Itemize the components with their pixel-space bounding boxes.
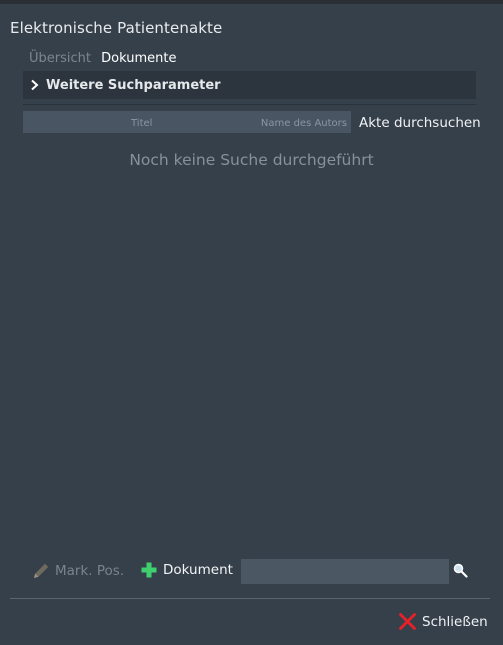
- add-document-button[interactable]: Dokument: [141, 562, 233, 578]
- quick-search-input[interactable]: [241, 559, 449, 584]
- pencil-icon: [34, 563, 49, 578]
- mark-position-button[interactable]: Mark. Pos.: [31, 561, 124, 581]
- document-search-field[interactable]: Titel Name des Autors: [23, 111, 351, 133]
- search-options-expander[interactable]: Weitere Suchparameter: [23, 71, 476, 99]
- close-button[interactable]: Schließen: [398, 612, 488, 631]
- expander-label: Weitere Suchparameter: [46, 77, 221, 93]
- tab-bar: Übersicht Dokumente: [29, 51, 176, 66]
- title-placeholder: Titel: [131, 118, 153, 129]
- chevron-right-icon: [31, 79, 39, 91]
- window-top-border: [0, 0, 503, 4]
- close-x-icon: [399, 613, 416, 630]
- close-label: Schließen: [422, 613, 488, 630]
- mark-position-label: Mark. Pos.: [55, 563, 125, 579]
- footer-divider: [10, 598, 490, 599]
- search-record-button[interactable]: Akte durchsuchen: [359, 115, 481, 131]
- window-title: Elektronische Patientenakte: [10, 19, 223, 37]
- magnifier-icon[interactable]: [453, 563, 468, 578]
- divider: [23, 104, 476, 105]
- tab-dokumente[interactable]: Dokumente: [101, 51, 176, 66]
- author-placeholder: Name des Autors: [260, 118, 347, 129]
- empty-results-message: Noch keine Suche durchgeführt: [129, 151, 374, 169]
- add-document-label: Dokument: [163, 562, 233, 578]
- tab-uebersicht[interactable]: Übersicht: [29, 51, 91, 66]
- plus-icon: [141, 562, 157, 578]
